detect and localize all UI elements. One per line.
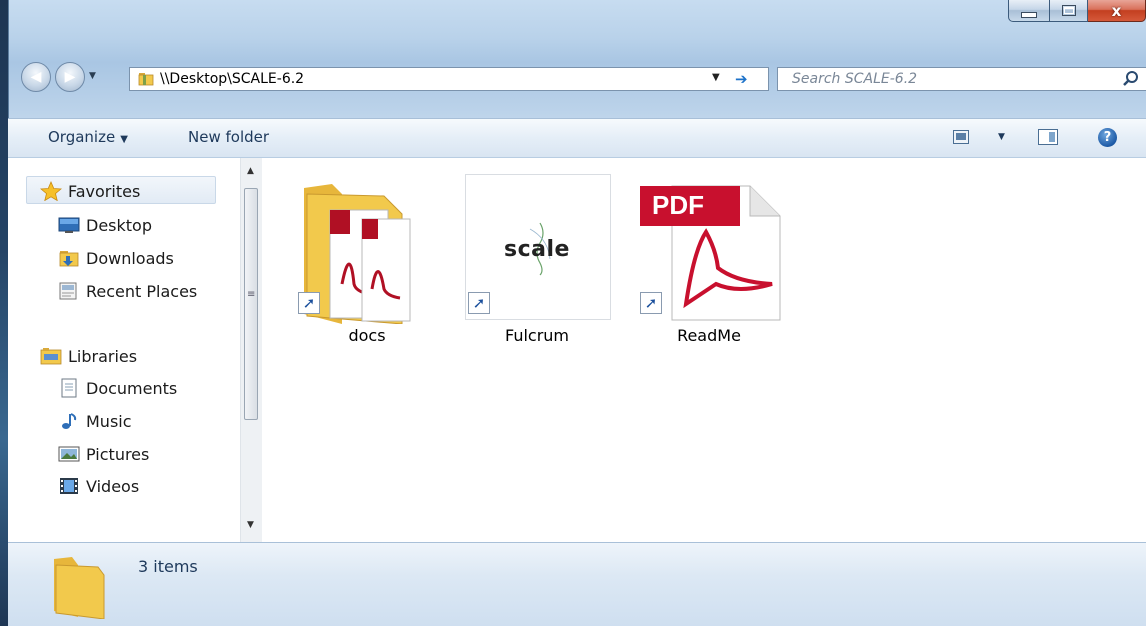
pictures-icon bbox=[58, 446, 80, 462]
close-icon: x bbox=[1111, 1, 1122, 20]
file-item-fulcrum[interactable]: scale ➚ Fulcrum bbox=[462, 174, 612, 349]
forward-button[interactable]: ▶ bbox=[55, 62, 85, 92]
file-item-docs[interactable]: ➚ docs bbox=[292, 174, 442, 349]
minimize-icon bbox=[1021, 11, 1037, 18]
sidebar-item-pictures[interactable]: Pictures bbox=[58, 442, 149, 466]
maximize-button[interactable] bbox=[1050, 0, 1088, 22]
sidebar-item-desktop[interactable]: Desktop bbox=[58, 213, 152, 237]
minimize-button[interactable] bbox=[1008, 0, 1050, 22]
sidebar-label: Libraries bbox=[68, 346, 138, 366]
file-list: ➚ docs scale ➚ Fulcrum PDF ➚ ReadMe bbox=[262, 158, 1146, 542]
search-box[interactable]: Search SCALE-6.2 bbox=[777, 67, 1146, 91]
back-button[interactable]: ◀ bbox=[21, 62, 51, 92]
address-bar[interactable]: \\Desktop\SCALE-6.2 ▼ ➔ bbox=[129, 67, 769, 91]
music-icon bbox=[62, 413, 77, 429]
sidebar-label: Desktop bbox=[86, 215, 152, 235]
folder-icon bbox=[54, 557, 105, 619]
change-view-icon[interactable] bbox=[953, 130, 969, 144]
forward-arrow-icon: ▶ bbox=[64, 69, 76, 85]
sidebar-item-favorites[interactable]: Favorites bbox=[40, 179, 140, 203]
navigation-scrollbar[interactable]: ▲ ▼ bbox=[240, 158, 262, 542]
file-item-readme[interactable]: PDF ➚ ReadMe bbox=[634, 174, 784, 349]
view-options-dropdown-icon[interactable]: ▼ bbox=[998, 132, 1005, 142]
file-name: ReadMe bbox=[677, 326, 741, 345]
sidebar-label: Music bbox=[86, 411, 132, 431]
new-folder-button[interactable]: New folder bbox=[188, 128, 269, 146]
sidebar-label: Pictures bbox=[86, 444, 150, 464]
sidebar-item-libraries[interactable]: Libraries bbox=[40, 344, 137, 368]
scroll-down-icon[interactable]: ▼ bbox=[247, 520, 254, 530]
shortcut-arrow-icon: ➚ bbox=[468, 292, 490, 314]
libraries-icon bbox=[40, 348, 62, 365]
sidebar-label: Videos bbox=[86, 476, 140, 496]
file-name: docs bbox=[348, 326, 386, 345]
scrollbar-thumb[interactable] bbox=[244, 188, 258, 420]
videos-icon bbox=[60, 478, 78, 494]
folder-icon bbox=[138, 73, 154, 86]
preview-pane-icon[interactable] bbox=[1038, 129, 1058, 145]
sidebar-label: Downloads bbox=[86, 248, 174, 268]
close-button[interactable]: x bbox=[1088, 0, 1146, 22]
shortcut-arrow-icon: ➚ bbox=[640, 292, 662, 314]
recent-places-icon bbox=[59, 282, 77, 300]
sidebar-item-documents[interactable]: Documents bbox=[58, 376, 177, 400]
caption-buttons: x bbox=[1008, 0, 1146, 32]
downloads-folder-icon bbox=[59, 251, 79, 267]
scroll-up-icon[interactable]: ▲ bbox=[247, 166, 254, 176]
help-icon[interactable]: ? bbox=[1098, 128, 1117, 147]
address-path: \\Desktop\SCALE-6.2 bbox=[160, 71, 305, 87]
search-icon[interactable] bbox=[1122, 70, 1140, 88]
sidebar-item-downloads[interactable]: Downloads bbox=[58, 246, 174, 270]
shortcut-arrow-icon: ➚ bbox=[298, 292, 320, 314]
sidebar-label: Recent Places bbox=[86, 281, 198, 301]
organize-menu[interactable]: Organize ▼ bbox=[48, 128, 128, 146]
file-name: Fulcrum bbox=[504, 326, 569, 345]
pdf-badge-text: PDF bbox=[652, 190, 704, 220]
documents-icon bbox=[61, 378, 77, 398]
sidebar-item-recent-places[interactable]: Recent Places bbox=[58, 279, 197, 303]
desktop-icon bbox=[58, 217, 80, 233]
star-icon bbox=[40, 181, 62, 201]
go-arrow-icon[interactable]: ➔ bbox=[735, 70, 748, 88]
details-pane: 3 items bbox=[8, 542, 1146, 626]
sidebar-item-music[interactable]: Music bbox=[58, 409, 132, 433]
organize-label: Organize bbox=[48, 128, 116, 146]
maximize-icon bbox=[1061, 5, 1076, 16]
sidebar-label: Favorites bbox=[68, 181, 141, 201]
scale-logo-text: scale bbox=[504, 237, 570, 262]
back-arrow-icon: ◀ bbox=[30, 69, 42, 85]
search-input[interactable]: Search SCALE-6.2 bbox=[792, 71, 917, 87]
chevron-down-icon: ▼ bbox=[120, 134, 128, 145]
command-bar: Organize ▼ New folder ▼ ? bbox=[8, 118, 1146, 158]
item-count: 3 items bbox=[138, 557, 198, 576]
recent-pages-dropdown-icon[interactable]: ▼ bbox=[89, 71, 96, 81]
sidebar-item-videos[interactable]: Videos bbox=[58, 474, 139, 498]
sidebar-label: Documents bbox=[86, 378, 178, 398]
address-dropdown-icon[interactable]: ▼ bbox=[712, 72, 720, 83]
